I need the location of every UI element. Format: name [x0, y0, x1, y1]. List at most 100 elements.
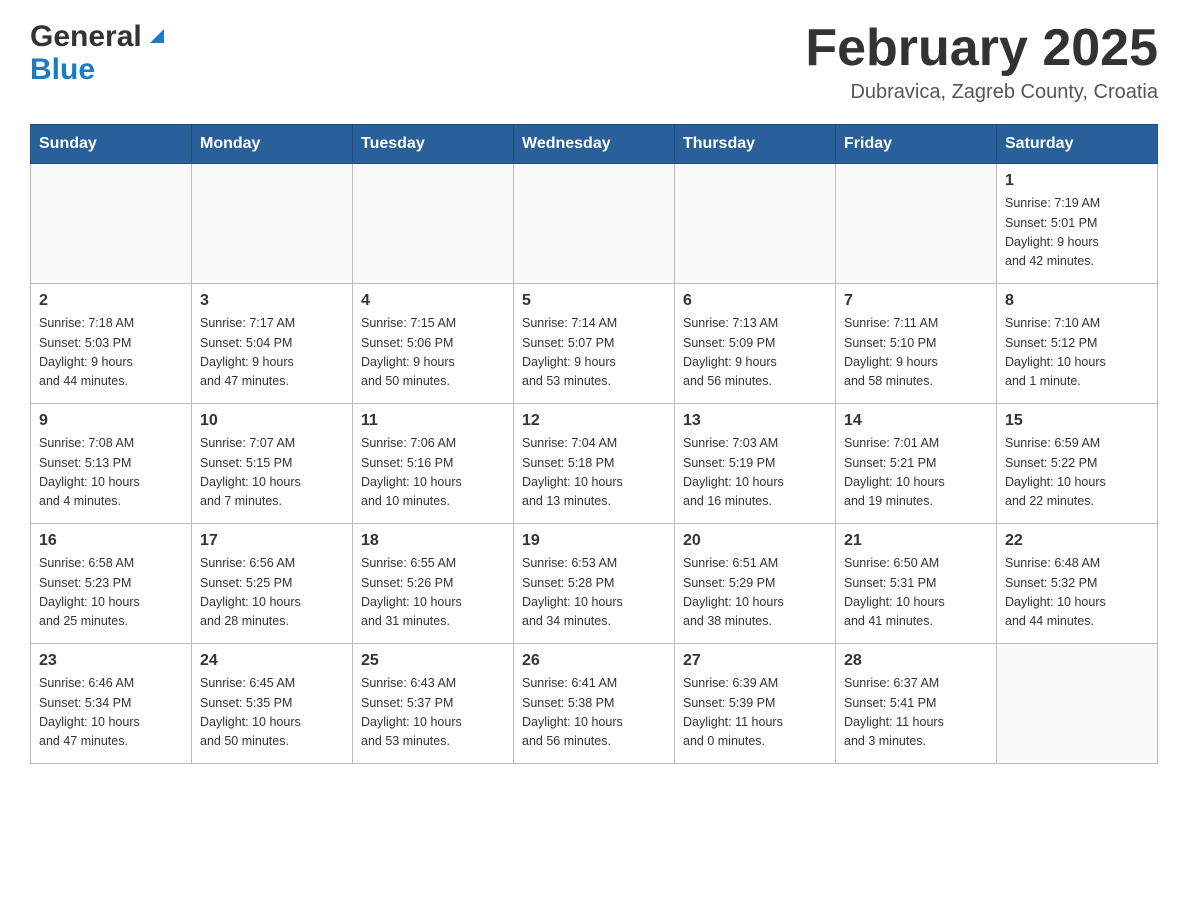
table-row: 15 Sunrise: 6:59 AMSunset: 5:22 PMDayligh…	[997, 404, 1158, 524]
logo-triangle-icon	[146, 25, 168, 52]
table-row: 22 Sunrise: 6:48 AMSunset: 5:32 PMDayligh…	[997, 524, 1158, 644]
day-info: Sunrise: 6:58 AMSunset: 5:23 PMDaylight:…	[39, 554, 183, 632]
page-header: General Blue February 2025 Dubravica, Za…	[30, 20, 1158, 104]
day-info: Sunrise: 6:39 AMSunset: 5:39 PMDaylight:…	[683, 674, 827, 752]
day-number: 16	[39, 532, 183, 550]
table-row: 6 Sunrise: 7:13 AMSunset: 5:09 PMDaylight…	[675, 284, 836, 404]
table-row: 7 Sunrise: 7:11 AMSunset: 5:10 PMDaylight…	[836, 284, 997, 404]
table-row: 2 Sunrise: 7:18 AMSunset: 5:03 PMDaylight…	[31, 284, 192, 404]
day-number: 12	[522, 412, 666, 430]
day-number: 28	[844, 652, 988, 670]
weekday-header-row: Sunday Monday Tuesday Wednesday Thursday…	[31, 125, 1158, 164]
day-number: 24	[200, 652, 344, 670]
day-info: Sunrise: 6:53 AMSunset: 5:28 PMDaylight:…	[522, 554, 666, 632]
table-row: 9 Sunrise: 7:08 AMSunset: 5:13 PMDaylight…	[31, 404, 192, 524]
day-info: Sunrise: 6:37 AMSunset: 5:41 PMDaylight:…	[844, 674, 988, 752]
day-number: 22	[1005, 532, 1149, 550]
day-number: 3	[200, 292, 344, 310]
day-info: Sunrise: 6:45 AMSunset: 5:35 PMDaylight:…	[200, 674, 344, 752]
day-info: Sunrise: 7:13 AMSunset: 5:09 PMDaylight:…	[683, 314, 827, 392]
day-number: 13	[683, 412, 827, 430]
day-info: Sunrise: 6:43 AMSunset: 5:37 PMDaylight:…	[361, 674, 505, 752]
day-info: Sunrise: 7:06 AMSunset: 5:16 PMDaylight:…	[361, 434, 505, 512]
table-row: 5 Sunrise: 7:14 AMSunset: 5:07 PMDaylight…	[514, 284, 675, 404]
table-row	[353, 164, 514, 284]
day-info: Sunrise: 6:48 AMSunset: 5:32 PMDaylight:…	[1005, 554, 1149, 632]
day-info: Sunrise: 7:07 AMSunset: 5:15 PMDaylight:…	[200, 434, 344, 512]
day-info: Sunrise: 6:46 AMSunset: 5:34 PMDaylight:…	[39, 674, 183, 752]
calendar-week-row: 9 Sunrise: 7:08 AMSunset: 5:13 PMDaylight…	[31, 404, 1158, 524]
day-info: Sunrise: 7:18 AMSunset: 5:03 PMDaylight:…	[39, 314, 183, 392]
day-info: Sunrise: 7:10 AMSunset: 5:12 PMDaylight:…	[1005, 314, 1149, 392]
table-row: 27 Sunrise: 6:39 AMSunset: 5:39 PMDayligh…	[675, 644, 836, 764]
table-row: 4Sunrise: 7:15 AMSunset: 5:06 PMDaylight…	[353, 284, 514, 404]
month-title: February 2025	[805, 20, 1158, 77]
day-number: 19	[522, 532, 666, 550]
day-number: 26	[522, 652, 666, 670]
day-number: 14	[844, 412, 988, 430]
day-number: 10	[200, 412, 344, 430]
table-row	[192, 164, 353, 284]
day-number: 11	[361, 412, 505, 430]
table-row: 1 Sunrise: 7:19 AMSunset: 5:01 PMDaylight…	[997, 164, 1158, 284]
calendar-table: Sunday Monday Tuesday Wednesday Thursday…	[30, 124, 1158, 764]
title-section: February 2025 Dubravica, Zagreb County, …	[805, 20, 1158, 104]
logo-blue-text: Blue	[30, 53, 95, 86]
table-row: 23 Sunrise: 6:46 AMSunset: 5:34 PMDayligh…	[31, 644, 192, 764]
table-row: 10 Sunrise: 7:07 AMSunset: 5:15 PMDayligh…	[192, 404, 353, 524]
day-info: Sunrise: 6:56 AMSunset: 5:25 PMDaylight:…	[200, 554, 344, 632]
header-wednesday: Wednesday	[514, 125, 675, 164]
day-info: Sunrise: 6:55 AMSunset: 5:26 PMDaylight:…	[361, 554, 505, 632]
logo: General Blue	[30, 20, 168, 86]
table-row: 20Sunrise: 6:51 AMSunset: 5:29 PMDayligh…	[675, 524, 836, 644]
table-row: 24 Sunrise: 6:45 AMSunset: 5:35 PMDayligh…	[192, 644, 353, 764]
table-row: 14 Sunrise: 7:01 AMSunset: 5:21 PMDayligh…	[836, 404, 997, 524]
day-number: 6	[683, 292, 827, 310]
day-number: 7	[844, 292, 988, 310]
day-info: Sunrise: 7:03 AMSunset: 5:19 PMDaylight:…	[683, 434, 827, 512]
header-tuesday: Tuesday	[353, 125, 514, 164]
table-row	[675, 164, 836, 284]
table-row: 11 Sunrise: 7:06 AMSunset: 5:16 PMDayligh…	[353, 404, 514, 524]
day-info: Sunrise: 6:51 AMSunset: 5:29 PMDaylight:…	[683, 554, 827, 632]
day-number: 9	[39, 412, 183, 430]
day-info: Sunrise: 7:01 AMSunset: 5:21 PMDaylight:…	[844, 434, 988, 512]
calendar-week-row: 2 Sunrise: 7:18 AMSunset: 5:03 PMDaylight…	[31, 284, 1158, 404]
day-number: 2	[39, 292, 183, 310]
day-info: Sunrise: 7:11 AMSunset: 5:10 PMDaylight:…	[844, 314, 988, 392]
day-number: 25	[361, 652, 505, 670]
table-row: 16 Sunrise: 6:58 AMSunset: 5:23 PMDayligh…	[31, 524, 192, 644]
day-number: 4	[361, 292, 505, 310]
day-number: 27	[683, 652, 827, 670]
day-info: Sunrise: 7:17 AMSunset: 5:04 PMDaylight:…	[200, 314, 344, 392]
day-info: Sunrise: 7:14 AMSunset: 5:07 PMDaylight:…	[522, 314, 666, 392]
day-info: Sunrise: 7:19 AMSunset: 5:01 PMDaylight:…	[1005, 194, 1149, 272]
day-number: 18	[361, 532, 505, 550]
day-info: Sunrise: 7:04 AMSunset: 5:18 PMDaylight:…	[522, 434, 666, 512]
table-row	[836, 164, 997, 284]
header-monday: Monday	[192, 125, 353, 164]
day-number: 21	[844, 532, 988, 550]
day-number: 1	[1005, 172, 1149, 190]
day-info: Sunrise: 7:08 AMSunset: 5:13 PMDaylight:…	[39, 434, 183, 512]
table-row	[997, 644, 1158, 764]
calendar-week-row: 23 Sunrise: 6:46 AMSunset: 5:34 PMDayligh…	[31, 644, 1158, 764]
logo-general-text: General	[30, 20, 142, 53]
table-row: 26Sunrise: 6:41 AMSunset: 5:38 PMDayligh…	[514, 644, 675, 764]
calendar-week-row: 16 Sunrise: 6:58 AMSunset: 5:23 PMDayligh…	[31, 524, 1158, 644]
day-info: Sunrise: 6:50 AMSunset: 5:31 PMDaylight:…	[844, 554, 988, 632]
table-row: 18 Sunrise: 6:55 AMSunset: 5:26 PMDayligh…	[353, 524, 514, 644]
table-row: 28 Sunrise: 6:37 AMSunset: 5:41 PMDayligh…	[836, 644, 997, 764]
table-row: 3 Sunrise: 7:17 AMSunset: 5:04 PMDaylight…	[192, 284, 353, 404]
header-sunday: Sunday	[31, 125, 192, 164]
day-number: 15	[1005, 412, 1149, 430]
table-row: 13 Sunrise: 7:03 AMSunset: 5:19 PMDayligh…	[675, 404, 836, 524]
header-saturday: Saturday	[997, 125, 1158, 164]
day-info: Sunrise: 6:59 AMSunset: 5:22 PMDaylight:…	[1005, 434, 1149, 512]
table-row	[31, 164, 192, 284]
day-number: 8	[1005, 292, 1149, 310]
day-number: 5	[522, 292, 666, 310]
day-number: 23	[39, 652, 183, 670]
table-row: 25 Sunrise: 6:43 AMSunset: 5:37 PMDayligh…	[353, 644, 514, 764]
location-text: Dubravica, Zagreb County, Croatia	[805, 81, 1158, 104]
